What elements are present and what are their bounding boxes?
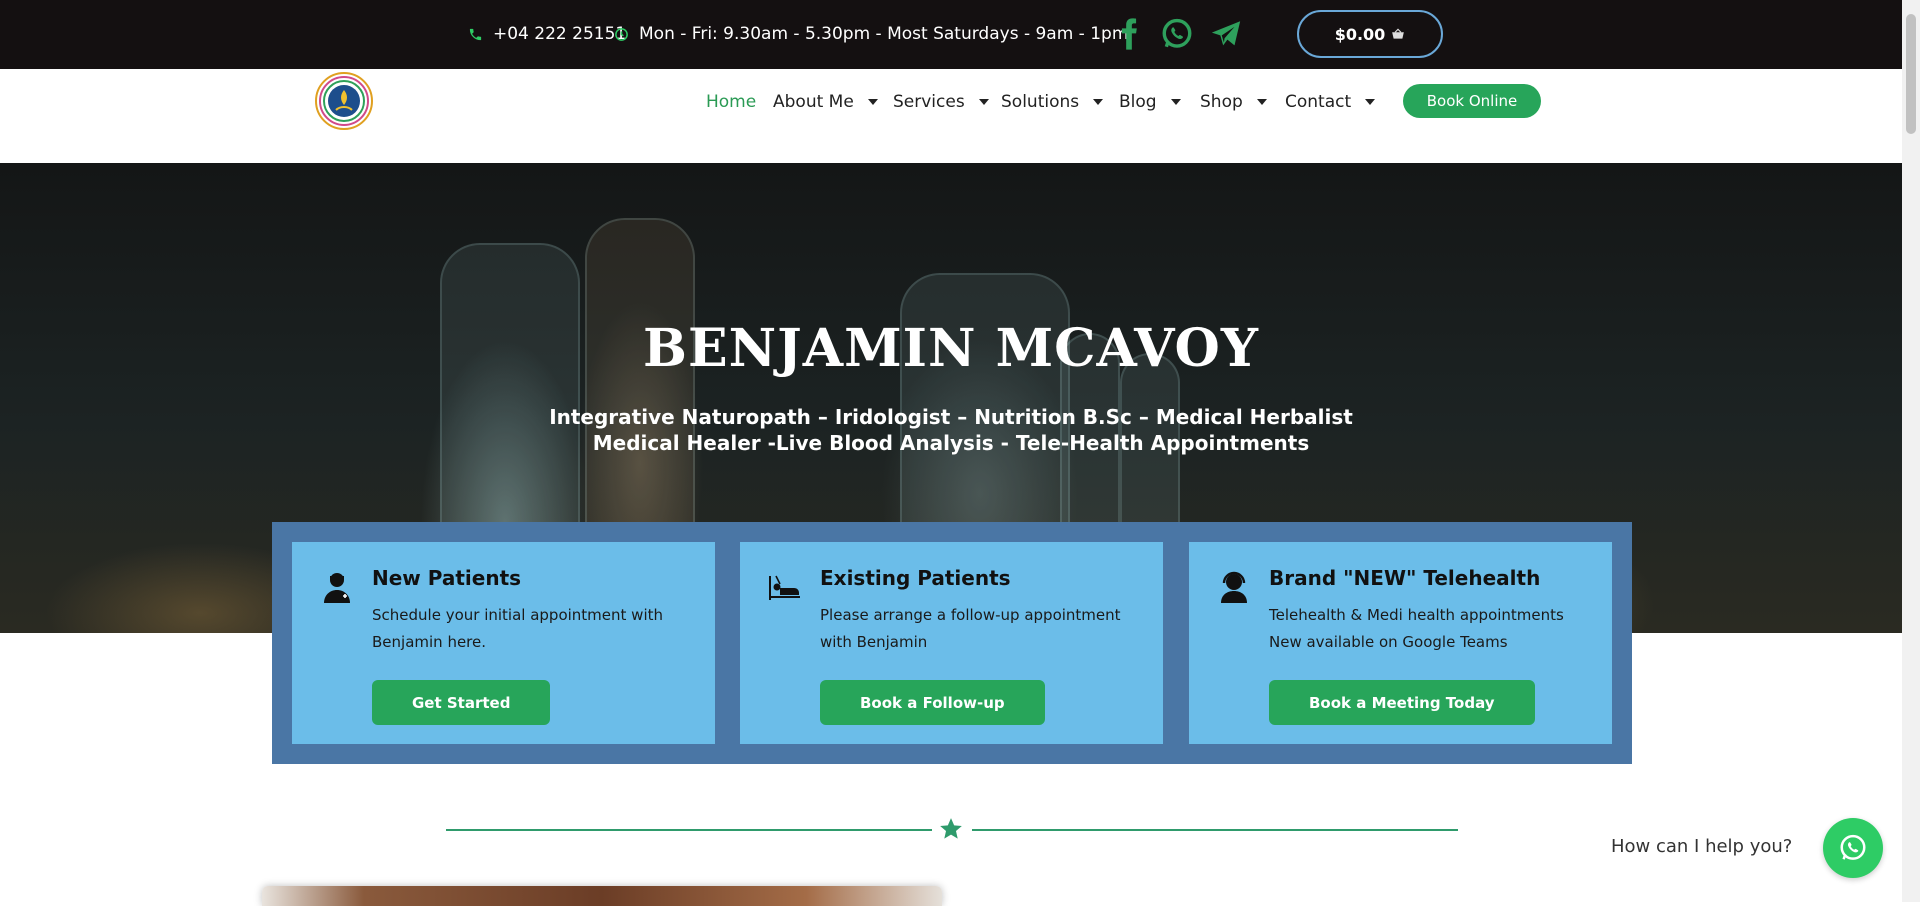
phone-info[interactable]: +04 222 25151 [468,24,626,44]
caret-down-icon [1365,99,1376,105]
clock-icon [615,27,628,41]
nav-about-me-label: About Me [773,92,854,112]
hero-title: BENJAMIN MCAVOY [643,318,1259,379]
nav-shop[interactable]: Shop [1200,92,1267,112]
hours-text: Mon - Fri: 9.30am - 5.30pm - Most Saturd… [639,24,1129,44]
chat-prompt[interactable]: How can I help you? [1611,836,1792,857]
nav-solutions[interactable]: Solutions [1001,92,1104,112]
hero-subtitle-line2: Medical Healer -Live Blood Analysis - Te… [592,431,1310,455]
site-logo[interactable] [314,70,374,132]
user-headset-icon [1221,571,1247,603]
main-nav [0,69,1902,163]
page-scrollbar[interactable] [1902,0,1920,902]
opening-hours: Mon - Fri: 9.30am - 5.30pm - Most Saturd… [614,24,1128,44]
nav-blog[interactable]: Blog [1119,92,1181,112]
nav-contact[interactable]: Contact [1285,92,1376,112]
card-new-patients: New Patients Schedule your initial appoi… [292,542,715,744]
hero-subtitle-line1: Integrative Naturopath – Iridologist – N… [549,405,1353,429]
card-description: Please arrange a follow-up appointment w… [820,606,1121,651]
card-existing-patients: Existing Patients Please arrange a follo… [740,542,1163,744]
caret-down-icon [867,99,878,105]
cart-button[interactable]: $0.00 [1297,10,1443,58]
nav-contact-label: Contact [1285,92,1352,112]
caret-down-icon [1170,99,1181,105]
whatsapp-icon[interactable] [1160,17,1194,51]
card-title: New Patients [372,566,522,590]
phone-number: +04 222 25151 [493,24,627,44]
whatsapp-chat-button[interactable] [1823,818,1883,878]
whatsapp-icon [1840,834,1866,860]
divider-line [446,829,932,831]
caret-down-icon [1093,99,1104,105]
book-meeting-button[interactable]: Book a Meeting Today [1269,680,1535,725]
card-telehealth: Brand "NEW" Telehealth Telehealth & Medi… [1189,542,1612,744]
card-title: Brand "NEW" Telehealth [1269,566,1541,590]
telegram-icon[interactable] [1209,17,1243,51]
card-title: Existing Patients [820,566,1011,590]
scrollbar-thumb[interactable] [1906,14,1916,134]
nav-solutions-label: Solutions [1001,92,1080,112]
caret-down-icon [1256,99,1267,105]
nav-shop-label: Shop [1200,92,1243,112]
nav-services[interactable]: Services [893,92,989,112]
nav-blog-label: Blog [1119,92,1157,112]
patient-bed-icon [769,575,800,600]
caret-down-icon [978,99,989,105]
nav-services-label: Services [893,92,965,112]
nav-about-me[interactable]: About Me [773,92,878,112]
doctor-icon [324,573,350,603]
star-icon [940,818,962,839]
get-started-button[interactable]: Get Started [372,680,551,725]
book-online-button[interactable]: Book Online [1403,84,1541,118]
cart-total: $0.00 [1334,24,1386,44]
facebook-icon[interactable] [1112,17,1146,51]
card-description: Schedule your initial appointment with B… [372,606,663,651]
phone-icon [469,28,482,40]
nav-home[interactable]: Home [706,92,756,112]
card-description: Telehealth & Medi health appointments Ne… [1269,606,1564,651]
top-bar: +04 222 25151 Mon - Fri: 9.30am - 5.30pm… [0,0,1902,69]
content-image-preview [262,886,942,906]
book-follow-up-button[interactable]: Book a Follow-up [820,680,1045,725]
basket-icon [1392,28,1405,39]
nav-home-label: Home [706,92,757,112]
divider-line [972,829,1458,831]
